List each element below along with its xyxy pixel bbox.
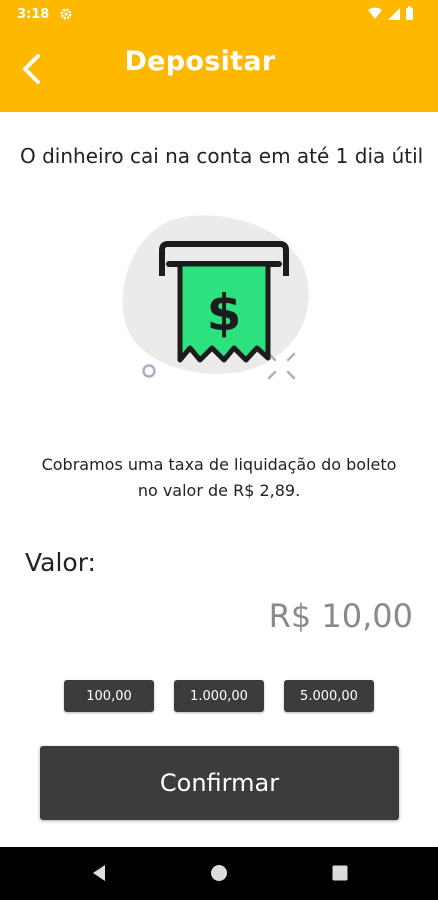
quick-amount-100-button[interactable]: 100,00 — [64, 680, 154, 712]
boleto-dollar-icon: $ — [122, 215, 309, 380]
system-nav-bar — [0, 847, 438, 900]
signal-icon — [388, 8, 400, 20]
quick-amount-1000-button[interactable]: 1.000,00 — [174, 680, 264, 712]
svg-text:$: $ — [207, 284, 242, 342]
confirm-button[interactable]: Confirmar — [40, 746, 399, 820]
page-title: Depositar — [124, 46, 276, 77]
home-circle-icon[interactable] — [208, 862, 230, 884]
amount-field[interactable]: R$ 10,00 — [269, 597, 413, 635]
quick-amount-5000-button[interactable]: 5.000,00 — [284, 680, 374, 712]
status-icons — [366, 6, 426, 26]
back-triangle-icon[interactable] — [88, 862, 110, 884]
wifi-icon — [368, 7, 382, 19]
valor-label: Valor: — [25, 548, 96, 577]
fee-text: Cobramos uma taxa de liquidação do bolet… — [41, 455, 397, 500]
status-bar: 3:18 — [0, 0, 438, 30]
intro-text: O dinheiro cai na conta em até 1 dia úti… — [20, 144, 424, 168]
battery-icon — [406, 8, 413, 20]
gear-icon — [60, 8, 72, 20]
app-bar: Depositar — [0, 30, 438, 112]
status-time: 3:18 — [17, 7, 50, 22]
recents-square-icon[interactable] — [329, 862, 351, 884]
